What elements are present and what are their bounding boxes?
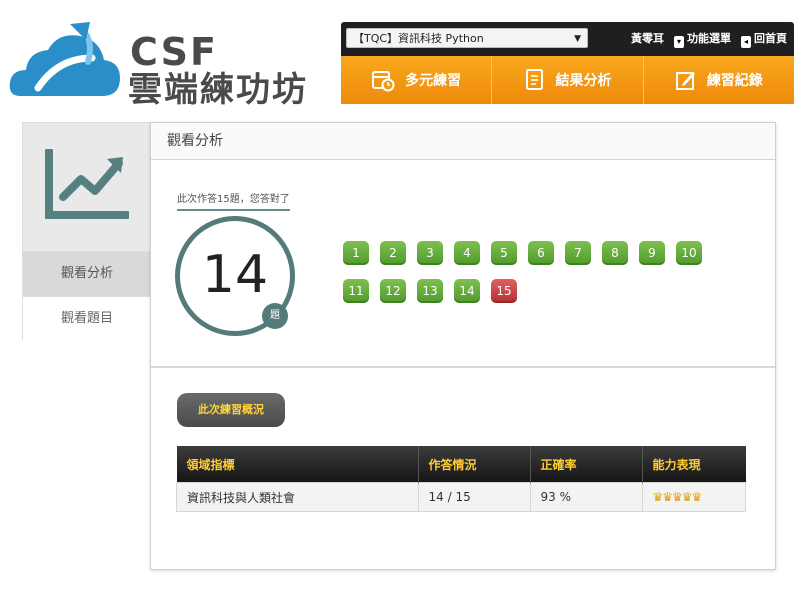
home-link[interactable]: ◂ 回首頁: [741, 30, 787, 48]
nav-practice-record[interactable]: 練習紀錄: [644, 56, 794, 104]
nav-result-analysis[interactable]: 結果分析: [492, 56, 644, 104]
table-header-row: 領域指標 作答情況 正確率 能力表現: [176, 446, 746, 483]
score-circle: 14 題: [175, 216, 295, 336]
menu-label: 功能選單: [687, 32, 731, 45]
question-button-8[interactable]: 8: [602, 241, 628, 265]
question-button-11[interactable]: 11: [343, 279, 369, 303]
nav-multi-practice-label: 多元練習: [405, 73, 462, 89]
col-header-accuracy: 正確率: [530, 446, 643, 483]
document-icon: [526, 69, 544, 90]
sidebar: 觀看分析 觀看題目: [22, 122, 152, 341]
nav-multi-practice[interactable]: 多元練習: [341, 56, 493, 104]
score-summary: 此次作答15題，您答對了 14 題 1 2 3 4 5 6 7 8 9 10 11 12 13 14 15: [151, 160, 775, 368]
cell-domain: 資訊科技與人類社會: [176, 482, 419, 512]
col-header-performance: 能力表現: [642, 446, 746, 483]
score-caption: 此次作答15題，您答對了: [177, 190, 290, 211]
col-header-answered: 作答情況: [418, 446, 531, 483]
question-button-2[interactable]: 2: [380, 241, 406, 265]
home-icon: ◂: [741, 36, 751, 48]
cell-answered: 14 / 15: [417, 482, 531, 512]
result-table: 領域指標 作答情況 正確率 能力表現 資訊科技與人類社會 14 / 15 93 …: [176, 446, 746, 512]
question-button-14[interactable]: 14: [454, 279, 480, 303]
question-button-15[interactable]: 15: [491, 279, 517, 303]
score-unit-badge: 題: [262, 303, 288, 329]
question-button-13[interactable]: 13: [417, 279, 443, 303]
menu-icon: ▾: [674, 36, 684, 48]
home-label: 回首頁: [754, 32, 787, 45]
question-button-10[interactable]: 10: [676, 241, 702, 265]
cell-performance: ♛♛♛♛♛: [641, 482, 746, 512]
page-title: 觀看分析: [151, 123, 775, 160]
question-button-4[interactable]: 4: [454, 241, 480, 265]
line-chart-icon: [45, 149, 129, 219]
col-header-domain: 領域指標: [176, 446, 419, 483]
sidebar-item-view-questions[interactable]: 觀看題目: [23, 296, 151, 341]
user-name: 黃零耳: [631, 32, 664, 45]
logo-name: 雲端練功坊: [128, 70, 308, 110]
calendar-clock-icon: [372, 71, 395, 92]
question-button-1[interactable]: 1: [343, 241, 369, 265]
practice-overview-button[interactable]: 此次練習概況: [177, 393, 285, 427]
question-button-3[interactable]: 3: [417, 241, 443, 265]
sidebar-item-view-analysis[interactable]: 觀看分析: [23, 251, 151, 296]
question-button-6[interactable]: 6: [528, 241, 554, 265]
sidebar-header: [23, 123, 151, 251]
crown-icon: ♛♛♛♛♛: [652, 490, 703, 504]
question-button-12[interactable]: 12: [380, 279, 406, 303]
cloud-logo-icon: [9, 22, 120, 96]
analysis-panel: 觀看分析 此次作答15題，您答對了 14 題 1 2 3 4 5 6 7 8 9 10 11 12 13…: [150, 122, 776, 570]
table-row: 資訊科技與人類社會 14 / 15 93 % ♛♛♛♛♛: [176, 482, 746, 512]
question-button-5[interactable]: 5: [491, 241, 517, 265]
chevron-down-icon: ▼: [574, 34, 581, 44]
main-nav: 多元練習 結果分析 練習紀錄: [341, 56, 794, 104]
question-button-9[interactable]: 9: [639, 241, 665, 265]
top-bar: 【TQC】資訊科技 Python ▼ 黃零耳 ▾ 功能選單 ◂ 回首頁: [341, 22, 794, 56]
course-select[interactable]: 【TQC】資訊科技 Python ▼: [346, 28, 588, 48]
question-button-7[interactable]: 7: [565, 241, 591, 265]
csf-logo[interactable]: CSF 雲端練功坊: [8, 18, 328, 110]
nav-result-analysis-label: 結果分析: [555, 73, 612, 89]
cell-accuracy: 93 %: [529, 482, 643, 512]
nav-practice-record-label: 練習紀錄: [706, 73, 763, 89]
course-select-value: 【TQC】資訊科技 Python: [353, 32, 484, 45]
logo-abbrev: CSF: [130, 30, 218, 74]
score-value: 14: [201, 245, 269, 305]
edit-icon: [675, 72, 695, 90]
menu-link[interactable]: ▾ 功能選單: [674, 30, 731, 48]
